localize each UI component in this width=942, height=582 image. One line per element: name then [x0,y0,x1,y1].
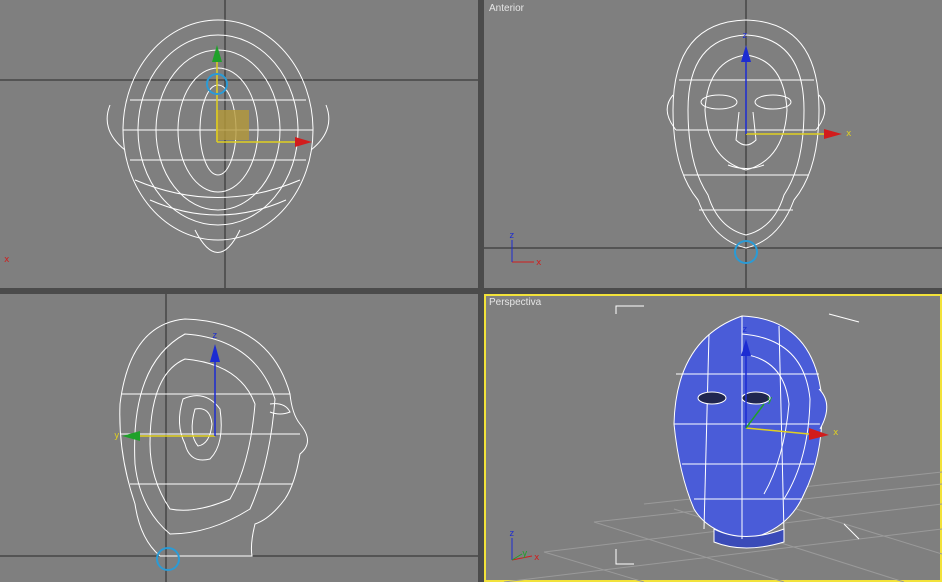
svg-text:z: z [742,325,747,335]
svg-text:x: x [536,258,542,268]
svg-text:z: z [509,529,514,539]
viewport-front[interactable]: Anterior x z x z [484,0,942,288]
plane-handle[interactable] [216,110,249,140]
viewport-top[interactable]: x [0,0,478,288]
svg-text:y: y [522,549,528,559]
view-axis-tripod-persp: x z y [509,529,540,563]
pivot-icon [156,547,180,571]
move-gizmo-left[interactable]: y z [114,331,220,571]
svg-text:y: y [114,431,120,441]
front-view-canvas[interactable]: x z x z [484,0,942,288]
svg-text:z: z [212,331,217,341]
svg-text:x: x [534,553,540,563]
viewport-perspective[interactable]: Perspectiva x z y x z y [484,294,942,582]
perspective-view-canvas[interactable]: x z y x z y [484,294,942,582]
left-view-canvas[interactable]: y z [0,294,478,582]
view-axis-tripod: x z [509,231,542,268]
move-gizmo-front[interactable]: x z [734,31,852,264]
svg-text:z: z [742,31,747,41]
viewport-left[interactable]: y z [0,294,478,582]
svg-text:y: y [767,395,773,405]
svg-text:z: z [509,231,514,241]
top-view-canvas[interactable]: x [0,0,478,288]
svg-text:x: x [846,129,852,139]
head-shaded [673,315,828,549]
axis-x-label: x [4,255,10,265]
svg-text:x: x [833,428,839,438]
